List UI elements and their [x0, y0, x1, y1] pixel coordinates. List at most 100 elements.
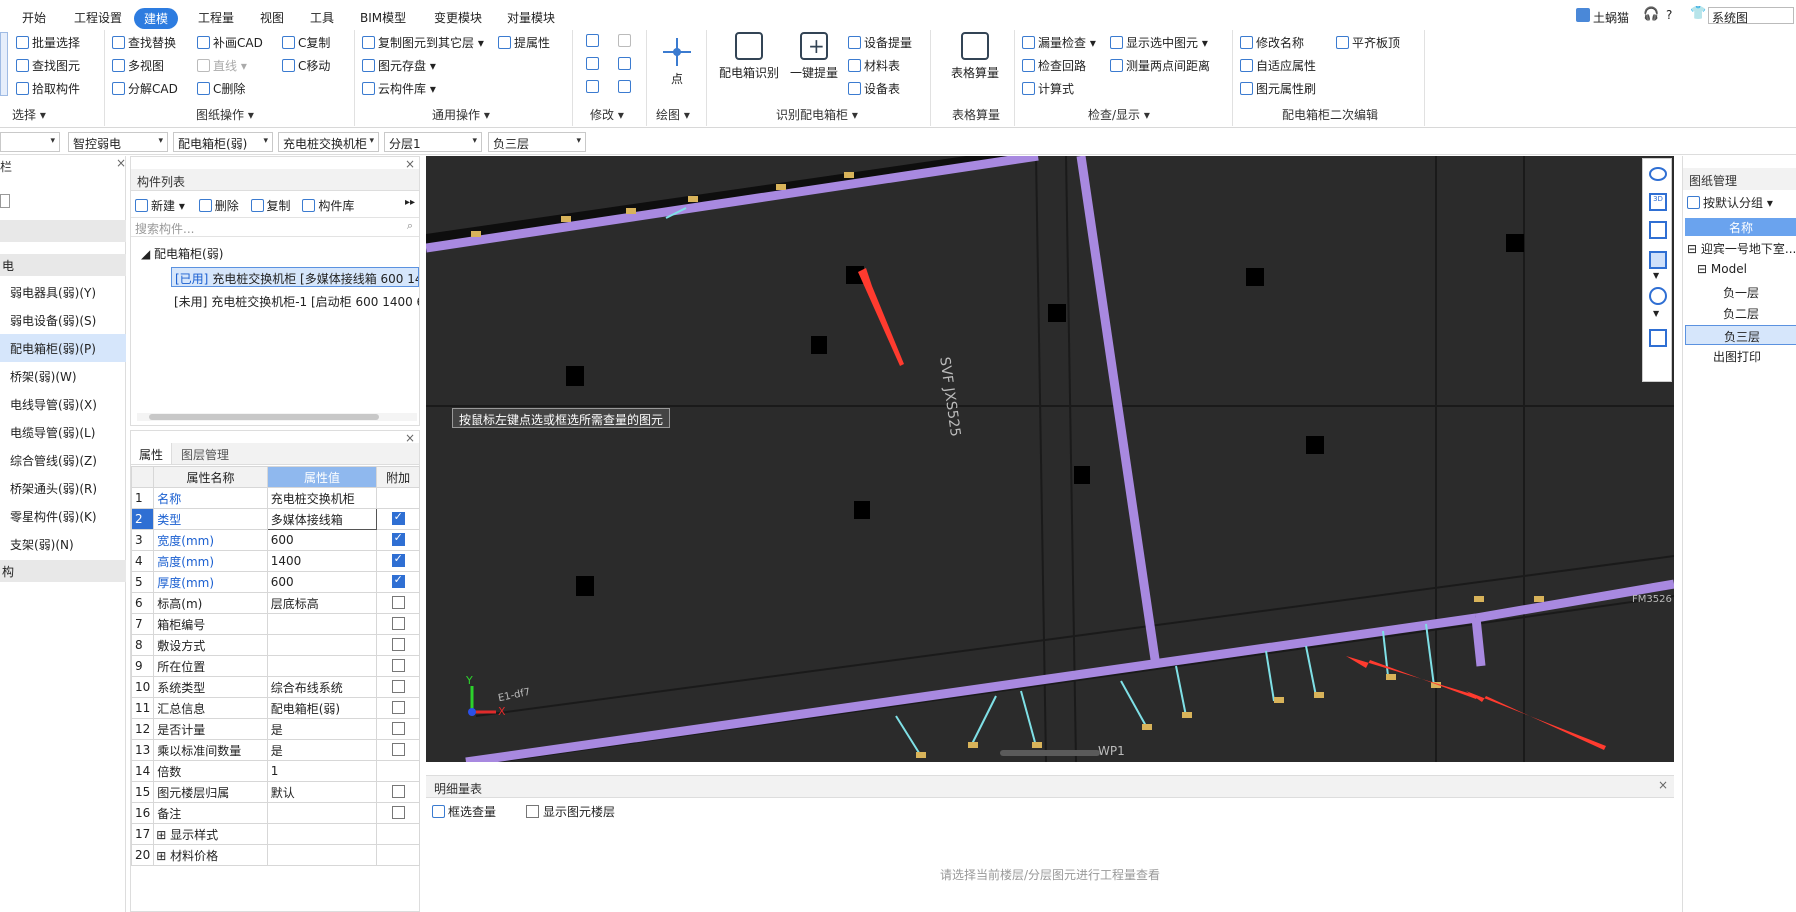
find-replace-button[interactable]: 查找替换	[112, 34, 176, 51]
filter-layer-select[interactable]: 分层1 ▾	[384, 132, 482, 152]
menu-tools[interactable]: 工具	[310, 9, 334, 26]
nav-collapse-icon[interactable]	[0, 194, 10, 208]
group-drawing-ops-label[interactable]: 图纸操作 ▾	[196, 106, 254, 123]
group-check-display-label[interactable]: 检查/显示 ▾	[1088, 106, 1150, 123]
property-value[interactable]: 层底标高	[266, 592, 378, 614]
tree-floor-b3-selected[interactable]: 负三层	[1685, 325, 1796, 345]
property-row[interactable]: 2 类型 多媒体接线箱	[130, 508, 420, 530]
extra-checkbox[interactable]	[391, 638, 405, 651]
material-table-button[interactable]: 材料表	[848, 57, 900, 74]
element-save-button[interactable]: 图元存盘 ▾	[362, 57, 436, 74]
list-view-icon[interactable]	[1649, 329, 1667, 347]
property-row[interactable]: 6 标高(m) 层底标高	[130, 592, 420, 614]
property-value[interactable]: 配电箱柜(弱)	[266, 697, 378, 719]
nav-close-icon[interactable]: ×	[116, 156, 126, 170]
property-row[interactable]: 13 乘以标准间数量是	[130, 739, 420, 761]
property-value[interactable]: 多媒体接线箱	[266, 508, 378, 530]
group-identify-box-label[interactable]: 识别配电箱柜 ▾	[776, 106, 858, 123]
cube-solid-icon[interactable]	[1649, 251, 1667, 269]
property-row[interactable]: 8 敷设方式	[130, 634, 420, 656]
menu-quantity[interactable]: 工程量	[198, 9, 234, 26]
headset-icon[interactable]: 🎧	[1643, 7, 1659, 22]
missing-check-button[interactable]: 漏量检查 ▾	[1022, 34, 1096, 51]
point-button[interactable]: 点	[660, 38, 694, 87]
component-item-used[interactable]: [已用] 充电桩交换机柜 [多媒体接线箱 600 1400 600]	[171, 267, 419, 287]
group-by-select[interactable]: 按默认分组 ▾	[1687, 194, 1773, 211]
rotate-view-icon[interactable]	[1649, 287, 1667, 305]
mirror-icon[interactable]	[618, 57, 634, 71]
property-value[interactable]: 是	[266, 739, 378, 761]
tree-print[interactable]: 出图打印	[1713, 348, 1761, 365]
extra-checkbox[interactable]	[391, 743, 405, 756]
extra-checkbox[interactable]	[391, 680, 405, 693]
property-value[interactable]: 综合布线系统	[266, 676, 378, 698]
new-component-button[interactable]: 新建 ▾	[135, 199, 185, 213]
nav-item[interactable]: 弱电器具(弱)(Y)	[0, 278, 126, 306]
table-calc-button[interactable]: 表格算量	[944, 32, 1006, 81]
extra-checkbox[interactable]	[391, 701, 405, 714]
extra-checkbox[interactable]	[391, 722, 405, 735]
nav-item[interactable]: 零星构件(弱)(K)	[0, 502, 126, 530]
pick-component-button[interactable]: 拾取构件	[16, 80, 80, 97]
property-row[interactable]: 17 ⊞ 显示样式	[130, 823, 420, 845]
tree-root[interactable]: ⊟ 迎宾一号地下室...	[1687, 240, 1796, 257]
property-row[interactable]: 20 ⊞ 材料价格	[130, 844, 420, 866]
nav-item[interactable]: 综合管线(弱)(Z)	[0, 446, 126, 474]
component-hscrollbar[interactable]	[137, 413, 417, 421]
menu-project-settings[interactable]: 工程设置	[74, 9, 122, 26]
nav-item[interactable]: 桥架通头(弱)(R)	[0, 474, 126, 502]
property-row[interactable]: 1 名称 充电桩交换机柜	[130, 487, 420, 509]
nav-item-selected[interactable]: 配电箱柜(弱)(P)	[0, 334, 126, 362]
component-panel-close-icon[interactable]: ×	[405, 157, 415, 171]
mirror-copy-icon[interactable]	[586, 34, 602, 48]
explode-cad-button[interactable]: 分解CAD	[112, 80, 178, 97]
property-row[interactable]: 15 图元楼层归属 默认	[130, 781, 420, 803]
box-select-quantity-button[interactable]: 框选查量	[432, 803, 496, 820]
filter-component-select[interactable]: 充电桩交换机柜 ▾	[278, 132, 379, 152]
batch-select-button[interactable]: 批量选择	[16, 34, 80, 51]
multi-view-button[interactable]: 多视图	[112, 57, 164, 74]
device-extract-button[interactable]: 设备提量	[848, 34, 912, 51]
component-category[interactable]: ◢ 配电箱柜(弱)	[141, 245, 223, 262]
orbit-icon[interactable]	[1649, 167, 1667, 181]
menu-compare-module[interactable]: 对量模块	[507, 9, 555, 26]
extra-checkbox[interactable]	[391, 573, 405, 588]
property-row[interactable]: 4 高度(mm) 1400	[130, 550, 420, 572]
filter-first-select[interactable]: ▾	[0, 132, 60, 152]
measure-distance-button[interactable]: 测量两点间距离	[1110, 57, 1210, 74]
drawing-canvas[interactable]: SVF JXS525 E1-df7 WP1 FM3526 Y X 按鼠标左键点选…	[426, 156, 1674, 762]
menu-view[interactable]: 视图	[260, 9, 284, 26]
cube-icon[interactable]	[1649, 221, 1667, 239]
property-value[interactable]	[266, 613, 378, 635]
rename-button[interactable]: 修改名称	[1240, 34, 1304, 51]
nav-item[interactable]: 电线导管(弱)(X)	[0, 390, 126, 418]
nav-item[interactable]: 支架(弱)(N)	[0, 530, 126, 558]
property-value[interactable]: 600	[266, 571, 378, 593]
property-row[interactable]: 10 系统类型 综合布线系统	[130, 676, 420, 698]
toolbar-more-icon[interactable]: ▸▸	[405, 197, 415, 208]
shirt-icon[interactable]: 👕	[1690, 6, 1706, 21]
rotate-icon[interactable]	[618, 80, 634, 94]
patch-cad-button[interactable]: 补画CAD	[197, 34, 263, 51]
find-element-button[interactable]: 查找图元	[16, 57, 80, 74]
group-table-calc-label[interactable]: 表格算量	[952, 106, 1000, 123]
property-row[interactable]: 16 备注	[130, 802, 420, 824]
arc-icon[interactable]	[618, 34, 634, 48]
component-search-input[interactable]: 搜索构件...	[131, 217, 419, 237]
property-brush-button[interactable]: 图元属性刷	[1240, 80, 1316, 97]
filter-floor-select[interactable]: 负三层 ▾	[488, 132, 586, 152]
nav-item[interactable]: 弱电设备(弱)(S)	[0, 306, 126, 334]
trash-icon[interactable]	[586, 80, 602, 94]
nav-item[interactable]: 桥架(弱)(W)	[0, 362, 126, 390]
component-library-button[interactable]: 构件库	[302, 199, 354, 213]
property-row[interactable]: 11 汇总信息 配电箱柜(弱)	[130, 697, 420, 719]
adaptive-property-button[interactable]: 自适应属性	[1240, 57, 1316, 74]
group-modify-label[interactable]: 修改 ▾	[590, 106, 624, 123]
nav-item[interactable]: 电缆导管(弱)(L)	[0, 418, 126, 446]
c-move-button[interactable]: C移动	[282, 57, 330, 74]
nav-section-structure[interactable]: 构	[0, 560, 126, 582]
filter-major-select[interactable]: 智控弱电 ▾	[68, 132, 168, 152]
property-value[interactable]: 默认	[266, 781, 378, 803]
user-name[interactable]: 土蜗猫	[1593, 9, 1629, 26]
line-button[interactable]: 直线 ▾	[197, 57, 247, 74]
